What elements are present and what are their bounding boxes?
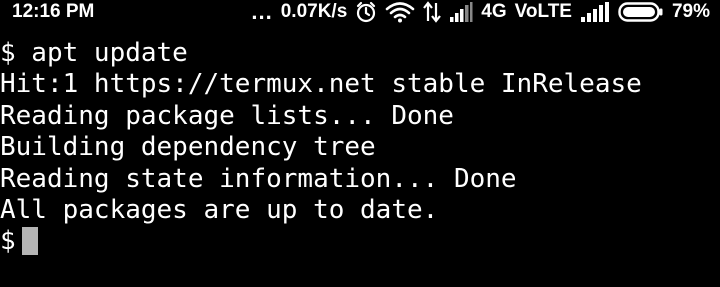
volte-label: VoLTE: [514, 1, 572, 22]
net-speed: 0.07K/s: [280, 1, 348, 22]
terminal-line: Building dependency tree: [0, 132, 376, 163]
network-type: 4G: [481, 1, 507, 22]
battery-icon: [618, 1, 664, 23]
data-arrows-icon: [423, 1, 442, 23]
signal-icon-2: [580, 2, 610, 22]
status-icons: ... 0.07K/s 4G VoLTE 79%: [243, 0, 710, 24]
status-time: 12:16 PM: [12, 1, 95, 22]
wifi-icon: [385, 1, 415, 23]
more-notifications-icon: ...: [251, 0, 273, 24]
terminal-cursor: [21, 227, 38, 256]
alarm-icon: [355, 1, 377, 23]
terminal-line: $ apt update: [0, 38, 188, 68]
terminal-line: Reading package lists... Done: [0, 100, 454, 131]
terminal-prompt-line[interactable]: $: [0, 226, 720, 257]
terminal-line: Hit:1 https://termux.net stable InReleas…: [0, 69, 642, 100]
terminal-prompt: $: [0, 226, 16, 257]
terminal-line: All packages are up to date.: [0, 194, 439, 225]
signal-icon: [449, 2, 473, 22]
terminal-line: Reading state information... Done: [0, 163, 517, 194]
battery-percent: 79%: [671, 1, 710, 22]
status-bar: 12:16 PM ... 0.07K/s 4G VoLTE 79%: [0, 0, 720, 32]
terminal-output[interactable]: $ apt update Hit:1 https://termux.net st…: [0, 38, 720, 258]
